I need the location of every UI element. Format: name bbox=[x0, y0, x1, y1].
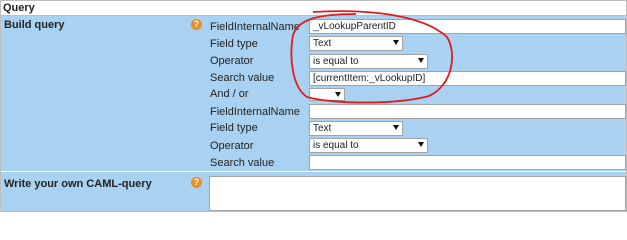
search-value-input-1[interactable]: [currentItem:_vLookupID] bbox=[309, 71, 626, 86]
field-type-select-2[interactable]: Text bbox=[309, 121, 403, 136]
field-type-select-1[interactable]: Text bbox=[309, 36, 403, 51]
operator-value: is equal to bbox=[313, 140, 359, 151]
search-value-input-2[interactable] bbox=[309, 155, 626, 170]
field-internal-name-label: FieldInternalName bbox=[210, 106, 300, 118]
chevron-down-icon bbox=[393, 40, 399, 45]
build-query-label: Build query bbox=[4, 19, 65, 31]
build-query-section: Build query ? FieldInternalName _vLookup… bbox=[1, 16, 626, 171]
field-type-label: Field type bbox=[210, 122, 258, 134]
field-internal-name-input-1[interactable]: _vLookupParentID bbox=[309, 19, 626, 34]
operator-select-1[interactable]: is equal to bbox=[309, 54, 428, 69]
and-or-label: And / or bbox=[210, 88, 249, 100]
operator-label: Operator bbox=[210, 55, 254, 67]
caml-query-section: Write your own CAML-query ? bbox=[1, 172, 626, 211]
chevron-down-icon bbox=[418, 142, 424, 147]
field-internal-name-label: FieldInternalName bbox=[210, 21, 300, 33]
field-type-label: Field type bbox=[210, 38, 258, 50]
question-circle-icon[interactable]: ? bbox=[191, 19, 202, 30]
chevron-down-icon bbox=[393, 125, 399, 130]
chevron-down-icon bbox=[335, 92, 341, 97]
field-type-value: Text bbox=[313, 123, 332, 134]
search-value-label: Search value bbox=[210, 72, 275, 84]
operator-select-2[interactable]: is equal to bbox=[309, 138, 428, 153]
query-panel: Query Build query ? FieldInternalName _v… bbox=[0, 0, 627, 212]
field-type-value: Text bbox=[313, 38, 332, 49]
operator-label: Operator bbox=[210, 140, 254, 152]
field-internal-name-input-2[interactable] bbox=[309, 104, 626, 119]
operator-value: is equal to bbox=[313, 56, 359, 67]
caml-query-textarea[interactable] bbox=[209, 176, 626, 211]
chevron-down-icon bbox=[418, 58, 424, 63]
and-or-select[interactable] bbox=[309, 88, 345, 101]
caml-query-label: Write your own CAML-query bbox=[4, 178, 152, 190]
question-circle-icon[interactable]: ? bbox=[191, 177, 202, 188]
search-value-label: Search value bbox=[210, 157, 275, 169]
section-title: Query bbox=[1, 1, 626, 15]
